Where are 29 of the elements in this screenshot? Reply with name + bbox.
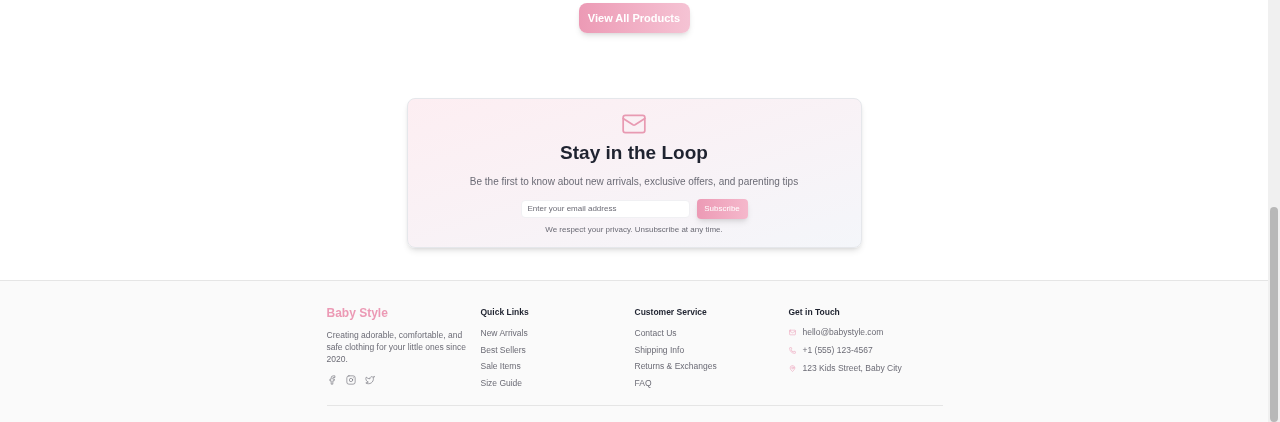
footer-link[interactable]: Best Sellers [480,343,635,356]
contact-text: +1 (555) 123-4567 [802,344,873,357]
footer-link[interactable]: Shipping Info [634,343,789,356]
footer-link[interactable]: Sale Items [480,360,635,373]
mail-icon [621,111,647,137]
privacy-note: We respect your privacy. Unsubscribe at any time. [545,224,723,235]
footer-link[interactable]: New Arrivals [480,327,635,340]
footer-link[interactable]: Size Guide [480,376,635,389]
footer-link[interactable]: FAQ [634,376,789,389]
column-title: Get in Touch [788,306,841,318]
twitter-icon[interactable] [364,375,375,385]
contact-text: hello@babystyle.com [802,326,884,339]
column-title: Quick Links [480,306,530,318]
brand-description: Creating adorable, comfortable, and safe clothing for your little ones since 2020. [326,329,467,365]
column-title: Customer Service [634,306,708,318]
email-field[interactable]: Enter your email address [520,199,690,218]
footer-link[interactable]: Returns & Exchanges [634,360,789,373]
phone-icon [788,347,796,354]
mail-icon [788,329,796,336]
instagram-icon[interactable] [345,375,356,385]
contact-text: 123 Kids Street, Baby City [802,362,902,375]
scrollbar[interactable] [1268,0,1280,422]
map-pin-icon [788,365,796,372]
brand-name: Baby Style [326,305,389,321]
newsletter-title: Stay in the Loop [560,141,708,165]
footer-link[interactable]: Contact Us [634,327,789,340]
newsletter-subtitle: Be the first to know about new arrivals, exclusive offers, and parenting tips [469,174,799,189]
facebook-icon[interactable] [326,375,337,385]
scrollbar-thumb[interactable] [1270,207,1278,422]
